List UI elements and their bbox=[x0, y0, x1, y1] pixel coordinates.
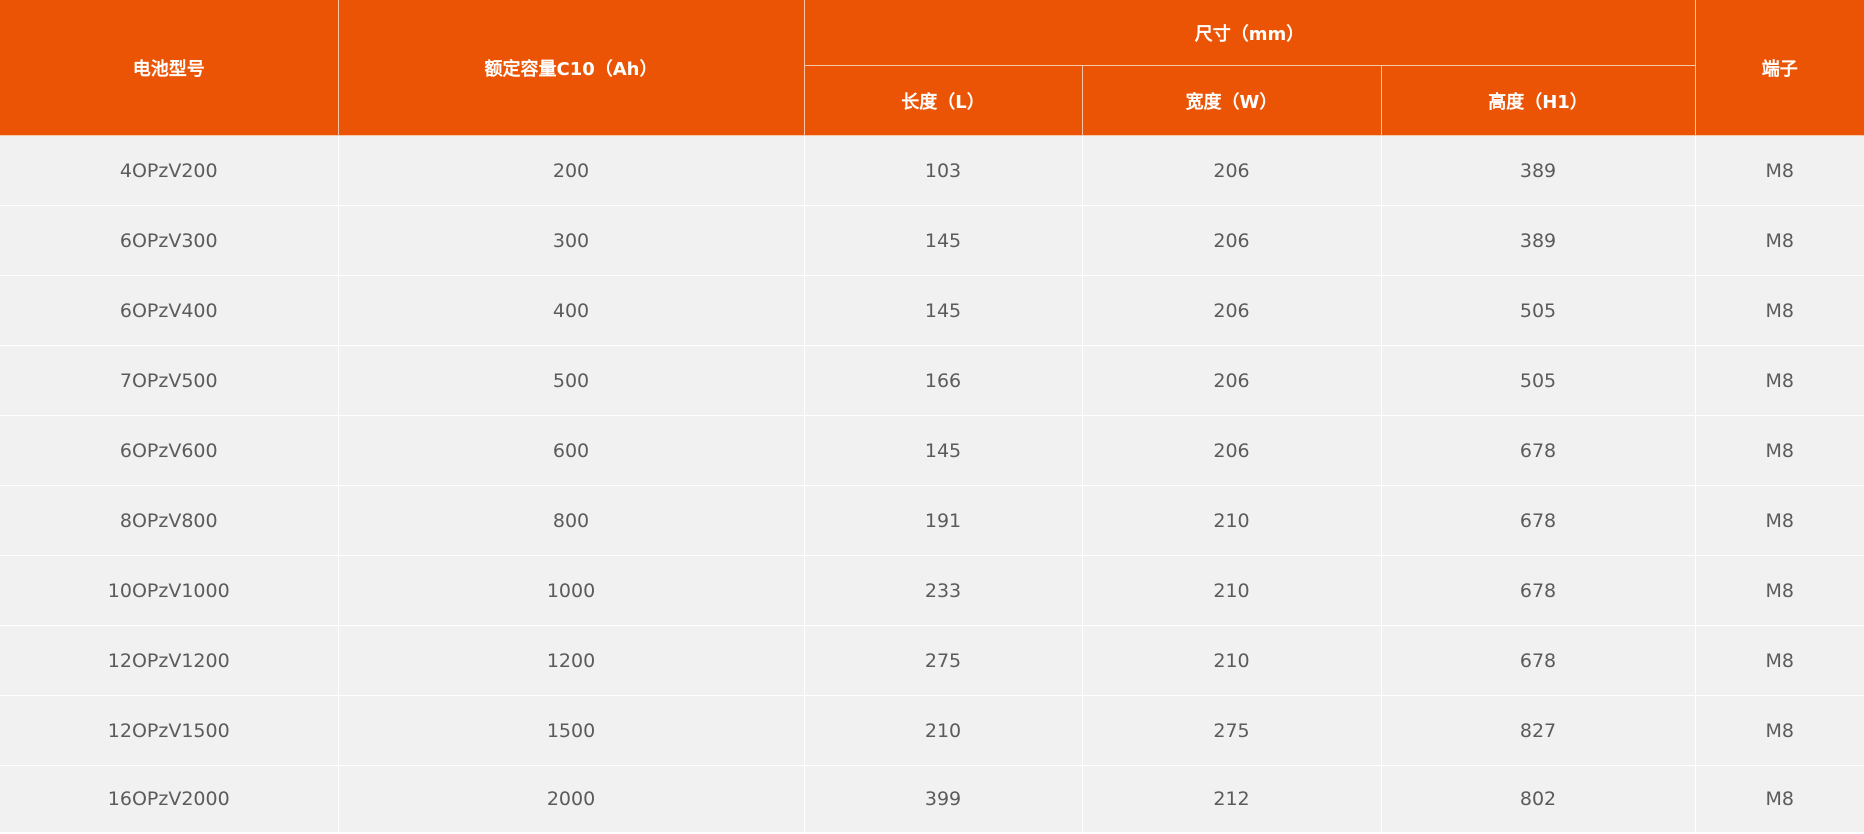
cell-height: 505 bbox=[1381, 345, 1696, 416]
cell-model: 10OPzV1000 bbox=[0, 555, 339, 626]
cell-length: 145 bbox=[804, 275, 1083, 346]
cell-width: 206 bbox=[1082, 205, 1382, 276]
cell-model: 16OPzV2000 bbox=[0, 765, 339, 833]
cell-length: 399 bbox=[804, 765, 1083, 833]
cell-terminal: M8 bbox=[1695, 205, 1864, 276]
cell-capacity: 300 bbox=[338, 205, 805, 276]
cell-model: 8OPzV800 bbox=[0, 485, 339, 556]
cell-width: 206 bbox=[1082, 345, 1382, 416]
header-length: 长度（L） bbox=[804, 65, 1083, 136]
cell-length: 191 bbox=[804, 485, 1083, 556]
cell-capacity: 2000 bbox=[338, 765, 805, 833]
cell-length: 275 bbox=[804, 625, 1083, 696]
table-row: 7OPzV500 500 166 206 505 M8 bbox=[0, 345, 1864, 416]
header-dimensions: 尺寸（mm） bbox=[803, 0, 1696, 66]
cell-capacity: 1200 bbox=[338, 625, 805, 696]
cell-width: 206 bbox=[1082, 135, 1382, 206]
cell-height: 678 bbox=[1381, 415, 1696, 486]
cell-terminal: M8 bbox=[1695, 695, 1864, 766]
table-row: 8OPzV800 800 191 210 678 M8 bbox=[0, 485, 1864, 556]
cell-width: 210 bbox=[1082, 555, 1382, 626]
cell-width: 275 bbox=[1082, 695, 1382, 766]
cell-length: 166 bbox=[804, 345, 1083, 416]
header-width: 宽度（W） bbox=[1081, 65, 1382, 136]
header-model: 电池型号 bbox=[0, 0, 339, 136]
header-terminal: 端子 bbox=[1694, 0, 1864, 136]
table-header: 电池型号 额定容量C10（Ah） 尺寸（mm） 端子 长度（L） 宽度（W） 高… bbox=[0, 0, 1864, 136]
cell-height: 389 bbox=[1381, 205, 1696, 276]
cell-terminal: M8 bbox=[1695, 135, 1864, 206]
cell-height: 505 bbox=[1381, 275, 1696, 346]
cell-height: 678 bbox=[1381, 485, 1696, 556]
table-row: 6OPzV300 300 145 206 389 M8 bbox=[0, 205, 1864, 276]
cell-terminal: M8 bbox=[1695, 765, 1864, 833]
header-capacity: 额定容量C10（Ah） bbox=[337, 0, 805, 136]
cell-capacity: 200 bbox=[338, 135, 805, 206]
battery-spec-table: 电池型号 额定容量C10（Ah） 尺寸（mm） 端子 长度（L） 宽度（W） 高… bbox=[0, 0, 1864, 833]
cell-width: 210 bbox=[1082, 485, 1382, 556]
cell-height: 802 bbox=[1381, 765, 1696, 833]
cell-capacity: 1000 bbox=[338, 555, 805, 626]
cell-terminal: M8 bbox=[1695, 345, 1864, 416]
header-row-1: 电池型号 额定容量C10（Ah） 尺寸（mm） 端子 bbox=[0, 0, 1864, 136]
cell-terminal: M8 bbox=[1695, 415, 1864, 486]
cell-height: 389 bbox=[1381, 135, 1696, 206]
table-row: 6OPzV400 400 145 206 505 M8 bbox=[0, 275, 1864, 346]
header-height: 高度（H1） bbox=[1380, 65, 1696, 136]
table-row: 16OPzV2000 2000 399 212 802 M8 bbox=[0, 765, 1864, 833]
cell-capacity: 500 bbox=[338, 345, 805, 416]
cell-height: 678 bbox=[1381, 555, 1696, 626]
cell-model: 12OPzV1500 bbox=[0, 695, 339, 766]
cell-length: 145 bbox=[804, 415, 1083, 486]
cell-terminal: M8 bbox=[1695, 485, 1864, 556]
cell-capacity: 800 bbox=[338, 485, 805, 556]
cell-model: 6OPzV300 bbox=[0, 205, 339, 276]
table-row: 6OPzV600 600 145 206 678 M8 bbox=[0, 415, 1864, 486]
cell-terminal: M8 bbox=[1695, 625, 1864, 696]
cell-width: 206 bbox=[1082, 415, 1382, 486]
cell-model: 4OPzV200 bbox=[0, 135, 339, 206]
table-row: 10OPzV1000 1000 233 210 678 M8 bbox=[0, 555, 1864, 626]
table-row: 4OPzV200 200 103 206 389 M8 bbox=[0, 135, 1864, 206]
cell-height: 827 bbox=[1381, 695, 1696, 766]
cell-terminal: M8 bbox=[1695, 275, 1864, 346]
table-row: 12OPzV1200 1200 275 210 678 M8 bbox=[0, 625, 1864, 696]
cell-width: 212 bbox=[1082, 765, 1382, 833]
cell-capacity: 1500 bbox=[338, 695, 805, 766]
cell-model: 6OPzV600 bbox=[0, 415, 339, 486]
cell-terminal: M8 bbox=[1695, 555, 1864, 626]
cell-width: 210 bbox=[1082, 625, 1382, 696]
cell-length: 103 bbox=[804, 135, 1083, 206]
cell-model: 12OPzV1200 bbox=[0, 625, 339, 696]
cell-model: 7OPzV500 bbox=[0, 345, 339, 416]
table-body: 4OPzV200 200 103 206 389 M8 6OPzV300 300 145 206 3… bbox=[0, 135, 1864, 833]
cell-capacity: 400 bbox=[338, 275, 805, 346]
table-row: 12OPzV1500 1500 210 275 827 M8 bbox=[0, 695, 1864, 766]
cell-capacity: 600 bbox=[338, 415, 805, 486]
cell-length: 210 bbox=[804, 695, 1083, 766]
cell-length: 145 bbox=[804, 205, 1083, 276]
cell-height: 678 bbox=[1381, 625, 1696, 696]
cell-length: 233 bbox=[804, 555, 1083, 626]
cell-width: 206 bbox=[1082, 275, 1382, 346]
cell-model: 6OPzV400 bbox=[0, 275, 339, 346]
